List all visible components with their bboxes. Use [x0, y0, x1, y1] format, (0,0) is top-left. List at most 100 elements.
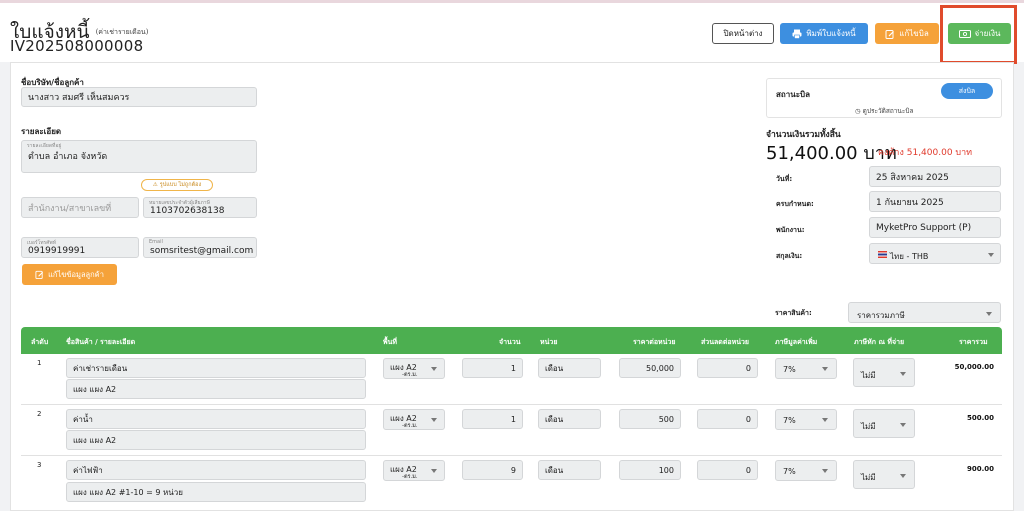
edit-bill-label: แก้ไขบิล [899, 29, 929, 38]
chevron-down-icon [822, 418, 828, 422]
email-value: somsritest@gmail.com [150, 245, 254, 256]
status-history-text: ดูประวัติสถานะบิล [862, 107, 914, 115]
wht-value: ไม่มี [861, 422, 876, 431]
item-name-field[interactable]: ค่าไฟฟ้า [66, 460, 366, 480]
qty-field[interactable]: 1 [462, 409, 523, 429]
vat-value: 7% [783, 416, 796, 425]
edit-bill-button[interactable]: แก้ไขบิล [875, 23, 939, 44]
price-field[interactable]: 50,000 [619, 358, 681, 378]
row-index: 3 [37, 461, 42, 469]
area-select[interactable]: แผง A2 -ตร.ม. [383, 409, 445, 430]
staff-field[interactable]: MyketPro Support (P) [869, 217, 1001, 238]
invoice-number: IV202508000008 [10, 37, 144, 55]
price-type-select[interactable]: ราคารวมภาษี [848, 302, 1001, 323]
edit-customer-button[interactable]: แก้ไขข้อมูลลูกค้า [22, 264, 117, 285]
unit-field[interactable]: เดือน [538, 409, 601, 429]
vat-value: 7% [783, 467, 796, 476]
item-name: ค่าน้ำ [73, 414, 93, 424]
item-detail-field[interactable]: แผง แผง A2 [66, 430, 366, 450]
col-total: ราคารวม [959, 338, 988, 346]
price-value: 100 [658, 465, 674, 475]
col-qty: จำนวน [499, 338, 521, 346]
area-sub: -ตร.ม. [402, 474, 418, 480]
due-date-field[interactable]: 1 กันยายน 2025 [869, 191, 1001, 212]
wht-value: ไม่มี [861, 473, 876, 482]
edit-customer-label: แก้ไขข้อมูลลูกค้า [48, 269, 104, 279]
due-label: ครบกำหนด: [776, 200, 814, 208]
vat-value: 7% [783, 365, 796, 374]
qty-value: 1 [510, 414, 516, 424]
status-label: สถานะบิล [776, 90, 810, 99]
email-small-label: Email [149, 239, 163, 245]
qty-field[interactable]: 9 [462, 460, 523, 480]
staff-value: MyketPro Support (P) [876, 222, 972, 233]
price-value: 50,000 [646, 363, 674, 373]
price-field[interactable]: 500 [619, 409, 681, 429]
tax-id-small-label: หมายเลขประจำตัวผู้เสียภาษี [149, 200, 210, 206]
area-select[interactable]: แผง A2 -ตร.ม. [383, 358, 445, 379]
qty-value: 9 [510, 465, 516, 475]
close-window-button[interactable]: ปิดหน้าต่าง [712, 23, 774, 44]
price-field[interactable]: 100 [619, 460, 681, 480]
item-name-field[interactable]: ค่าน้ำ [66, 409, 366, 429]
currency-select[interactable]: ไทย - THB [869, 243, 1001, 264]
highlight-box [940, 5, 1017, 64]
print-invoice-button[interactable]: พิมพ์ใบแจ้งหนี้ [780, 23, 868, 44]
phone-value: 0919919991 [28, 245, 86, 256]
status-history-link[interactable]: ◷ ดูประวัติสถานะบิล [855, 106, 913, 116]
email-field[interactable]: Email somsritest@gmail.com [143, 237, 257, 258]
price-type-value: ราคารวมภาษี [857, 311, 905, 320]
status-badge[interactable]: ส่งบิล [941, 83, 993, 99]
address-field[interactable]: รายละเอียดที่อยู่ ตำบล อำเภอ จังหวัด [21, 140, 257, 173]
vat-select[interactable]: 7% [775, 409, 837, 430]
discount-field[interactable]: 0 [697, 409, 758, 429]
unit-value: เดือน [545, 414, 564, 424]
unit-field[interactable]: เดือน [538, 460, 601, 480]
owed-amount: คงค้าง 51,400.00 บาท [878, 148, 973, 158]
item-detail: แผง แผง A2 [73, 435, 117, 445]
item-name: ค่าเช่ารายเดือน [73, 363, 128, 373]
wht-select[interactable]: ไม่มี [853, 358, 915, 387]
price-value: 500 [658, 414, 674, 424]
row-total: 50,000.00 [954, 363, 994, 371]
date-field[interactable]: 25 สิงหาคม 2025 [869, 166, 1001, 187]
discount-field[interactable]: 0 [697, 358, 758, 378]
item-detail: แผง แผง A2 [73, 384, 117, 394]
chevron-down-icon [900, 372, 906, 376]
wht-select[interactable]: ไม่มี [853, 460, 915, 489]
wht-select[interactable]: ไม่มี [853, 409, 915, 438]
tax-id-field[interactable]: หมายเลขประจำตัวผู้เสียภาษี 1103702638138 [143, 197, 257, 218]
unit-value: เดือน [545, 465, 564, 475]
chevron-down-icon [431, 367, 437, 371]
clock-icon: ◷ [855, 107, 861, 115]
wht-value: ไม่มี [861, 371, 876, 380]
detail-label: รายละเอียด [21, 127, 62, 136]
vat-select[interactable]: 7% [775, 358, 837, 379]
row-divider [21, 404, 1002, 405]
area-select[interactable]: แผง A2 -ตร.ม. [383, 460, 445, 481]
col-unit: หน่วย [540, 338, 558, 346]
chevron-down-icon [431, 418, 437, 422]
phone-field[interactable]: เบอร์โทรศัพท์ 0919919991 [21, 237, 139, 258]
item-detail-field[interactable]: แผง แผง A2 #1-10 = 9 หน่วย [66, 482, 366, 502]
qty-field[interactable]: 1 [462, 358, 523, 378]
discount-field[interactable]: 0 [697, 460, 758, 480]
price-label: ราคาสินค้า: [775, 309, 812, 317]
currency-label: สกุลเงิน: [776, 252, 803, 260]
vat-select[interactable]: 7% [775, 460, 837, 481]
currency-value: ไทย - THB [890, 252, 929, 261]
company-field[interactable]: นางสาว สมศรี เห็นสมควร [21, 87, 257, 107]
page-title-note: (ค่าเช่ารายเดือน) [95, 28, 149, 36]
address-small-label: รายละเอียดที่อยู่ [27, 143, 62, 149]
branch-field[interactable]: สำนักงาน/สาขาเลขที่ [21, 197, 139, 218]
item-name-field[interactable]: ค่าเช่ารายเดือน [66, 358, 366, 378]
qty-value: 1 [510, 363, 516, 373]
edit-note-icon [35, 270, 44, 279]
top-bar: ใบแจ้งหนี้ (ค่าเช่ารายเดือน) IV202508000… [0, 0, 1024, 62]
item-detail-field[interactable]: แผง แผง A2 [66, 379, 366, 399]
tax-id-value: 1103702638138 [150, 205, 225, 216]
area-sub: -ตร.ม. [402, 372, 418, 378]
col-index: ลำดับ [31, 338, 49, 346]
unit-field[interactable]: เดือน [538, 358, 601, 378]
chevron-down-icon [986, 312, 992, 316]
